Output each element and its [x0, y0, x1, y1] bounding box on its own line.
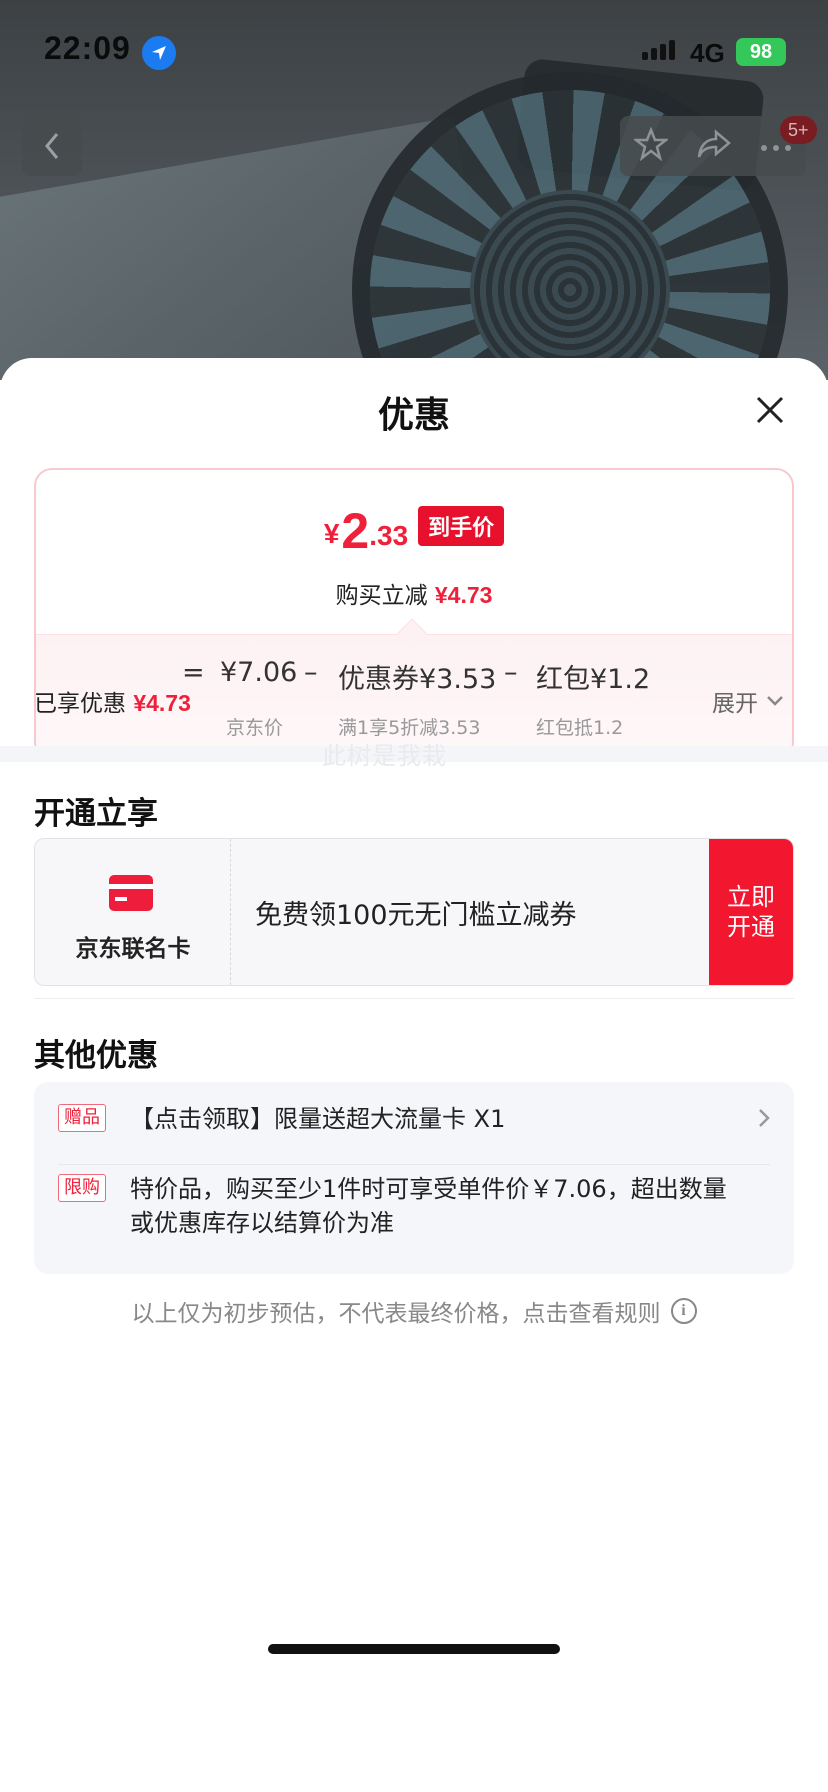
offer-gift[interactable]: 赠品 【点击领取】限量送超大流量卡 X1 — [58, 1102, 770, 1138]
cobrand-card-name: 京东联名卡 — [75, 936, 191, 962]
open-now-button[interactable]: 立即 开通 — [709, 839, 793, 985]
nav-actions — [620, 116, 806, 176]
signal-strength-icon — [642, 40, 675, 60]
credit-card-icon — [109, 875, 153, 911]
open-now-line1: 立即 — [727, 883, 775, 911]
product-image-fan-core — [470, 190, 670, 380]
chevron-left-icon — [45, 133, 59, 159]
offer-tag-limit: 限购 — [58, 1174, 106, 1202]
location-arrow-icon — [142, 36, 176, 70]
formula-minus-1: – — [304, 657, 318, 688]
battery-icon: 98 — [736, 38, 786, 66]
final-price-area: ¥ 2 .33 到手价 购买立减 ¥4.73 — [36, 470, 792, 634]
final-price-decimal: .33 — [369, 520, 409, 551]
instant-reduction-label: 购买立减 — [335, 583, 428, 609]
offer-tag-gift: 赠品 — [58, 1104, 106, 1132]
chevron-down-icon — [767, 696, 783, 706]
offer-text-limit: 特价品，购买至少1件时可享受单件价￥7.06，超出数量或优惠库存以结算价为准 — [130, 1175, 727, 1237]
expand-label: 展开 — [712, 691, 758, 717]
sheet-title: 优惠 — [377, 395, 450, 436]
battery-level: 98 — [749, 40, 773, 63]
info-icon[interactable]: i — [670, 1298, 697, 1324]
offer-separator — [58, 1164, 770, 1165]
offer-limit: 限购 特价品，购买至少1件时可享受单件价￥7.06，超出数量或优惠库存以结算价为… — [58, 1172, 770, 1244]
currency-symbol: ¥ — [323, 518, 340, 549]
rules-note-text: 以上仅为初步预估，不代表最终价格，点击查看规则 — [131, 1301, 661, 1327]
expand-button[interactable]: 展开 — [712, 684, 784, 718]
other-offers-list: 赠品 【点击领取】限量送超大流量卡 X1 限购 特价品，购买至少1件时可享受单件… — [34, 1082, 794, 1274]
formula-coupon: 优惠券¥3.53 — [338, 664, 497, 695]
open-section-title: 开通立享 — [34, 796, 158, 832]
network-type: 4G — [690, 38, 725, 68]
final-price: ¥ 2 .33 到手价 — [36, 506, 792, 556]
share-icon[interactable] — [696, 128, 732, 164]
instant-reduction: 购买立减 ¥4.73 — [36, 576, 792, 610]
rules-note[interactable]: 以上仅为初步预估，不代表最终价格，点击查看规则 i — [0, 1294, 828, 1328]
section-rule — [34, 998, 794, 999]
instant-reduction-value: ¥4.73 — [434, 582, 493, 608]
cobrand-card-description: 免费领100元无门槛立减券 — [255, 900, 577, 931]
close-button[interactable] — [748, 388, 792, 432]
home-indicator[interactable] — [268, 1644, 560, 1654]
status-time: 22:09 — [44, 30, 131, 66]
final-price-tag: 到手价 — [418, 506, 505, 546]
formula-jd-price: ¥7.06 — [220, 657, 298, 688]
cobrand-card-brand: 京东联名卡 — [35, 839, 231, 985]
formula-redpack-label: 红包抵1.2 — [536, 717, 624, 739]
enjoyed-discount: 已享优惠 ¥4.73 — [34, 684, 191, 718]
enjoyed-discount-label: 已享优惠 — [34, 691, 126, 717]
status-bar: 22:09 4G 98 — [0, 0, 828, 106]
final-price-integer: 2 — [341, 503, 370, 559]
watermark: 此树是我栽 — [322, 742, 447, 770]
favorite-star-icon[interactable] — [632, 126, 670, 165]
chevron-right-icon — [759, 1109, 770, 1127]
message-badge: 5+ — [780, 116, 817, 144]
enjoyed-discount-value: ¥4.73 — [133, 690, 191, 716]
other-section-title: 其他优惠 — [34, 1038, 158, 1074]
open-now-line2: 开通 — [727, 913, 775, 941]
offer-text-gift: 【点击领取】限量送超大流量卡 X1 — [130, 1105, 506, 1133]
back-button[interactable] — [22, 116, 82, 176]
discount-sheet: 优惠 ¥ 2 .33 到手价 购买立减 ¥4.73 = ¥7.06 – 优惠券¥… — [0, 358, 828, 1792]
formula-jd-price-label: 京东价 — [226, 717, 284, 739]
cobrand-card-offer[interactable]: 京东联名卡 免费领100元无门槛立减券 立即 开通 — [34, 838, 794, 986]
formula-redpack: 红包¥1.2 — [536, 664, 651, 695]
formula-minus-2: – — [504, 657, 518, 688]
close-icon — [756, 396, 784, 424]
